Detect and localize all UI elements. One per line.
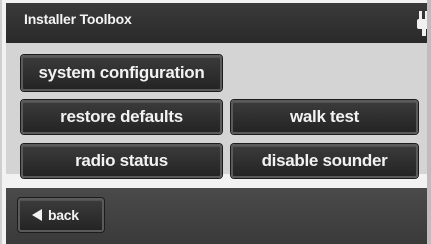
page-title: Installer Toolbox [24, 11, 132, 27]
system-configuration-button[interactable]: system configuration [21, 55, 222, 91]
title-bar: Installer Toolbox [6, 3, 431, 43]
back-button[interactable]: back [18, 198, 104, 232]
screen: Installer Toolbox system configuration r… [0, 0, 431, 244]
back-button-label: back [48, 207, 79, 223]
walk-test-button[interactable]: walk test [231, 100, 418, 134]
plug-icon [417, 11, 431, 36]
back-arrow-icon [32, 209, 42, 221]
disable-sounder-button[interactable]: disable sounder [231, 144, 418, 178]
radio-status-button[interactable]: radio status [21, 144, 222, 178]
restore-defaults-button[interactable]: restore defaults [21, 100, 222, 134]
